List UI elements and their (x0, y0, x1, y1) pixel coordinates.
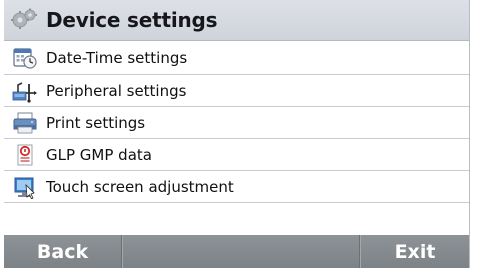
header-bar: Device settings (4, 0, 469, 41)
menu-item-label: Print settings (46, 113, 146, 132)
settings-menu: Date-Time settings Peripheral settings P… (4, 41, 469, 203)
back-button[interactable]: Back (4, 235, 122, 268)
printer-icon (13, 112, 37, 133)
menu-item-label: GLP GMP data (46, 145, 152, 164)
exit-button[interactable]: Exit (360, 235, 469, 268)
menu-item-peripheral[interactable]: Peripheral settings (4, 75, 469, 107)
menu-item-touch-screen[interactable]: Touch screen adjustment (4, 171, 469, 203)
menu-item-label: Date-Time settings (46, 48, 188, 67)
bottom-button-bar: Back Exit (4, 235, 469, 268)
menu-item-label: Peripheral settings (46, 81, 187, 100)
menu-item-date-time[interactable]: Date-Time settings (4, 41, 469, 75)
calendar-clock-icon (13, 47, 37, 69)
blank-button[interactable] (122, 235, 360, 268)
touch-screen-icon (14, 177, 35, 199)
glp-document-icon (17, 144, 33, 165)
device-settings-screen: Device settings Date-Time settings Perip… (4, 0, 470, 268)
peripheral-icon (12, 81, 37, 103)
gears-icon (11, 8, 37, 29)
menu-item-label: Touch screen adjustment (46, 177, 234, 196)
menu-item-print[interactable]: Print settings (4, 107, 469, 139)
menu-item-glp-gmp[interactable]: GLP GMP data (4, 139, 469, 171)
page-title: Device settings (46, 8, 218, 32)
